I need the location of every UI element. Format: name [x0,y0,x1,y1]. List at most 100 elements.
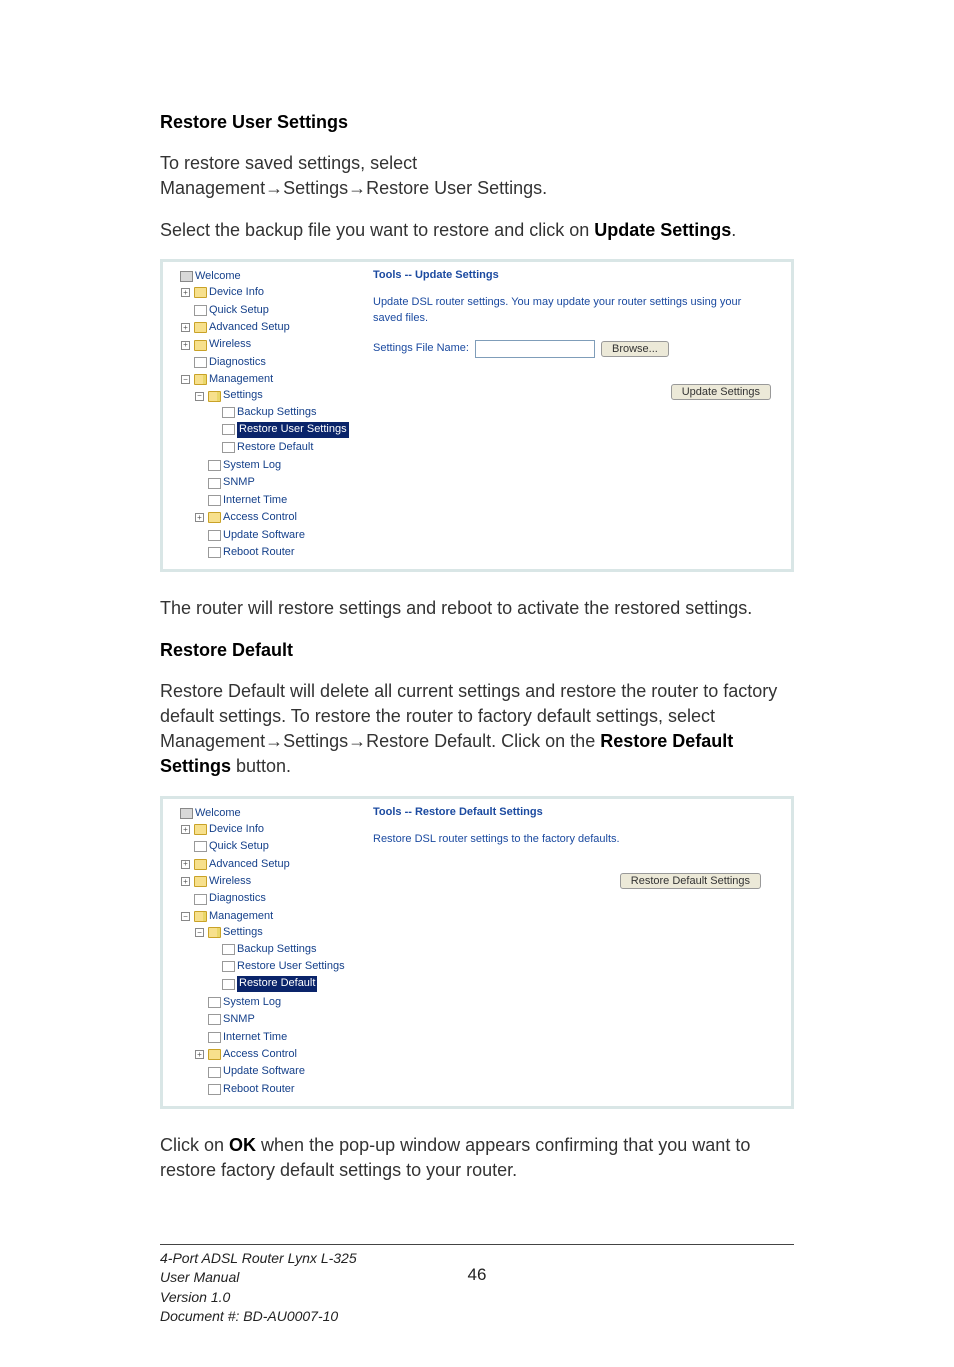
tree-item-backup[interactable]: Backup Settings [209,405,357,420]
tree-item-settings[interactable]: −Settings [195,388,357,403]
tree-item-settings[interactable]: −Settings [195,925,357,940]
page-icon [208,547,221,558]
tree-label: Reboot Router [223,1082,295,1097]
tree-item-wireless[interactable]: + Wireless [181,874,357,889]
tree-item-quick-setup[interactable]: Quick Setup [181,839,357,854]
text: To restore saved settings, select [160,153,417,173]
tree-item-diagnostics[interactable]: Diagnostics [181,355,357,370]
browse-button[interactable]: Browse... [601,341,669,357]
collapse-icon[interactable]: − [195,928,204,937]
folder-icon [194,876,207,887]
tree-item-reboot-router[interactable]: Reboot Router [195,1082,357,1097]
tree-root: Welcome [167,806,357,821]
expand-icon[interactable]: + [181,825,190,834]
page-icon [194,894,207,905]
folder-icon [194,340,207,351]
tree-item-access-control[interactable]: +Access Control [195,1047,357,1062]
collapse-icon[interactable]: − [181,912,190,921]
tree-label: Quick Setup [209,839,269,854]
tree-label: Internet Time [223,1030,287,1045]
expand-icon[interactable]: + [181,288,190,297]
paragraph: To restore saved settings, select Manage… [160,151,794,201]
tree-item-wireless[interactable]: +Wireless [181,337,357,352]
screenshot-restore-default: Welcome +Device Info Quick Setup + Advanc… [160,796,794,1110]
tree-item-advanced-setup[interactable]: + Advanced Setup [181,857,357,872]
section-heading: Restore User Settings [160,110,794,135]
tree-label: Restore Default [237,440,313,455]
folder-open-icon [194,374,207,385]
tree-label: Welcome [195,269,241,284]
footer-line: Document #: BD-AU0007-10 [160,1307,794,1327]
tree-item-restore-user[interactable]: Restore User Settings [209,422,357,437]
tree-label: SNMP [223,475,255,490]
folder-icon [194,287,207,298]
expand-icon[interactable]: + [181,877,190,886]
tree-label: Advanced Setup [209,857,290,872]
page-icon [208,460,221,471]
page-icon [208,530,221,541]
section-heading: Restore Default [160,638,794,663]
page-icon [194,841,207,852]
content-pane: Tools -- Restore Default Settings Restor… [363,799,791,1107]
tree-label: Diagnostics [209,355,266,370]
pane-description: Restore DSL router settings to the facto… [373,832,761,847]
folder-icon [194,322,207,333]
tree-item-update-software[interactable]: Update Software [195,528,357,543]
tree-label: Reboot Router [223,545,295,560]
collapse-icon[interactable]: − [195,392,204,401]
page-icon [208,1032,221,1043]
settings-file-input[interactable] [475,340,595,358]
text: . [731,220,736,240]
expand-icon[interactable]: + [181,860,190,869]
tree-label-selected: Restore Default [237,976,317,991]
tree-item-reboot-router[interactable]: Reboot Router [195,545,357,560]
expand-icon[interactable]: + [181,323,190,332]
tree-item-diagnostics[interactable]: Diagnostics [181,891,357,906]
expand-icon[interactable]: + [195,1050,204,1059]
tree-item-management[interactable]: −Management [181,909,357,924]
text: Click on [160,1135,229,1155]
expand-icon[interactable]: + [181,341,190,350]
tree-label: System Log [223,995,281,1010]
tree-label: Device Info [209,285,264,300]
text-bold: OK [229,1135,256,1155]
tree-item-internet-time[interactable]: Internet Time [195,493,357,508]
tree-item-quick-setup[interactable]: Quick Setup [181,303,357,318]
collapse-icon[interactable]: − [181,375,190,384]
tree-item-system-log[interactable]: System Log [195,458,357,473]
expand-icon[interactable]: + [195,513,204,522]
root-icon [180,808,193,819]
tree-item-system-log[interactable]: System Log [195,995,357,1010]
tree-item-advanced-setup[interactable]: +Advanced Setup [181,320,357,335]
tree-item-snmp[interactable]: SNMP [195,1012,357,1027]
tree-label: Wireless [209,874,251,889]
text-bold: Update Settings [594,220,731,240]
tree-item-snmp[interactable]: SNMP [195,475,357,490]
tree-item-management[interactable]: − Management [181,372,357,387]
update-settings-button[interactable]: Update Settings [671,384,771,400]
folder-icon [194,859,207,870]
paragraph: The router will restore settings and reb… [160,596,794,621]
content-pane: Tools -- Update Settings Update DSL rout… [363,262,791,570]
tree-label: Restore User Settings [237,959,345,974]
tree-label: Welcome [195,806,241,821]
paragraph: Click on OK when the pop-up window appea… [160,1133,794,1183]
page-footer: 4-Port ADSL Router Lynx L-325 User Manua… [160,1249,794,1327]
tree-item-restore-default[interactable]: Restore Default [209,440,357,455]
tree-item-backup[interactable]: Backup Settings [209,942,357,957]
folder-icon [208,512,221,523]
restore-default-button[interactable]: Restore Default Settings [620,873,761,889]
tree-label: Backup Settings [237,405,317,420]
tree-label: Update Software [223,528,305,543]
tree-label: System Log [223,458,281,473]
footer-separator [160,1244,794,1245]
tree-item-access-control[interactable]: +Access Control [195,510,357,525]
tree-label: Management [209,372,273,387]
tree-item-device-info[interactable]: +Device Info [181,822,357,837]
tree-item-device-info[interactable]: + Device Info [181,285,357,300]
tree-item-restore-user[interactable]: Restore User Settings [209,959,357,974]
tree-item-internet-time[interactable]: Internet Time [195,1030,357,1045]
tree-item-update-software[interactable]: Update Software [195,1064,357,1079]
paragraph: Restore Default will delete all current … [160,679,794,780]
tree-item-restore-default[interactable]: Restore Default [209,976,357,991]
